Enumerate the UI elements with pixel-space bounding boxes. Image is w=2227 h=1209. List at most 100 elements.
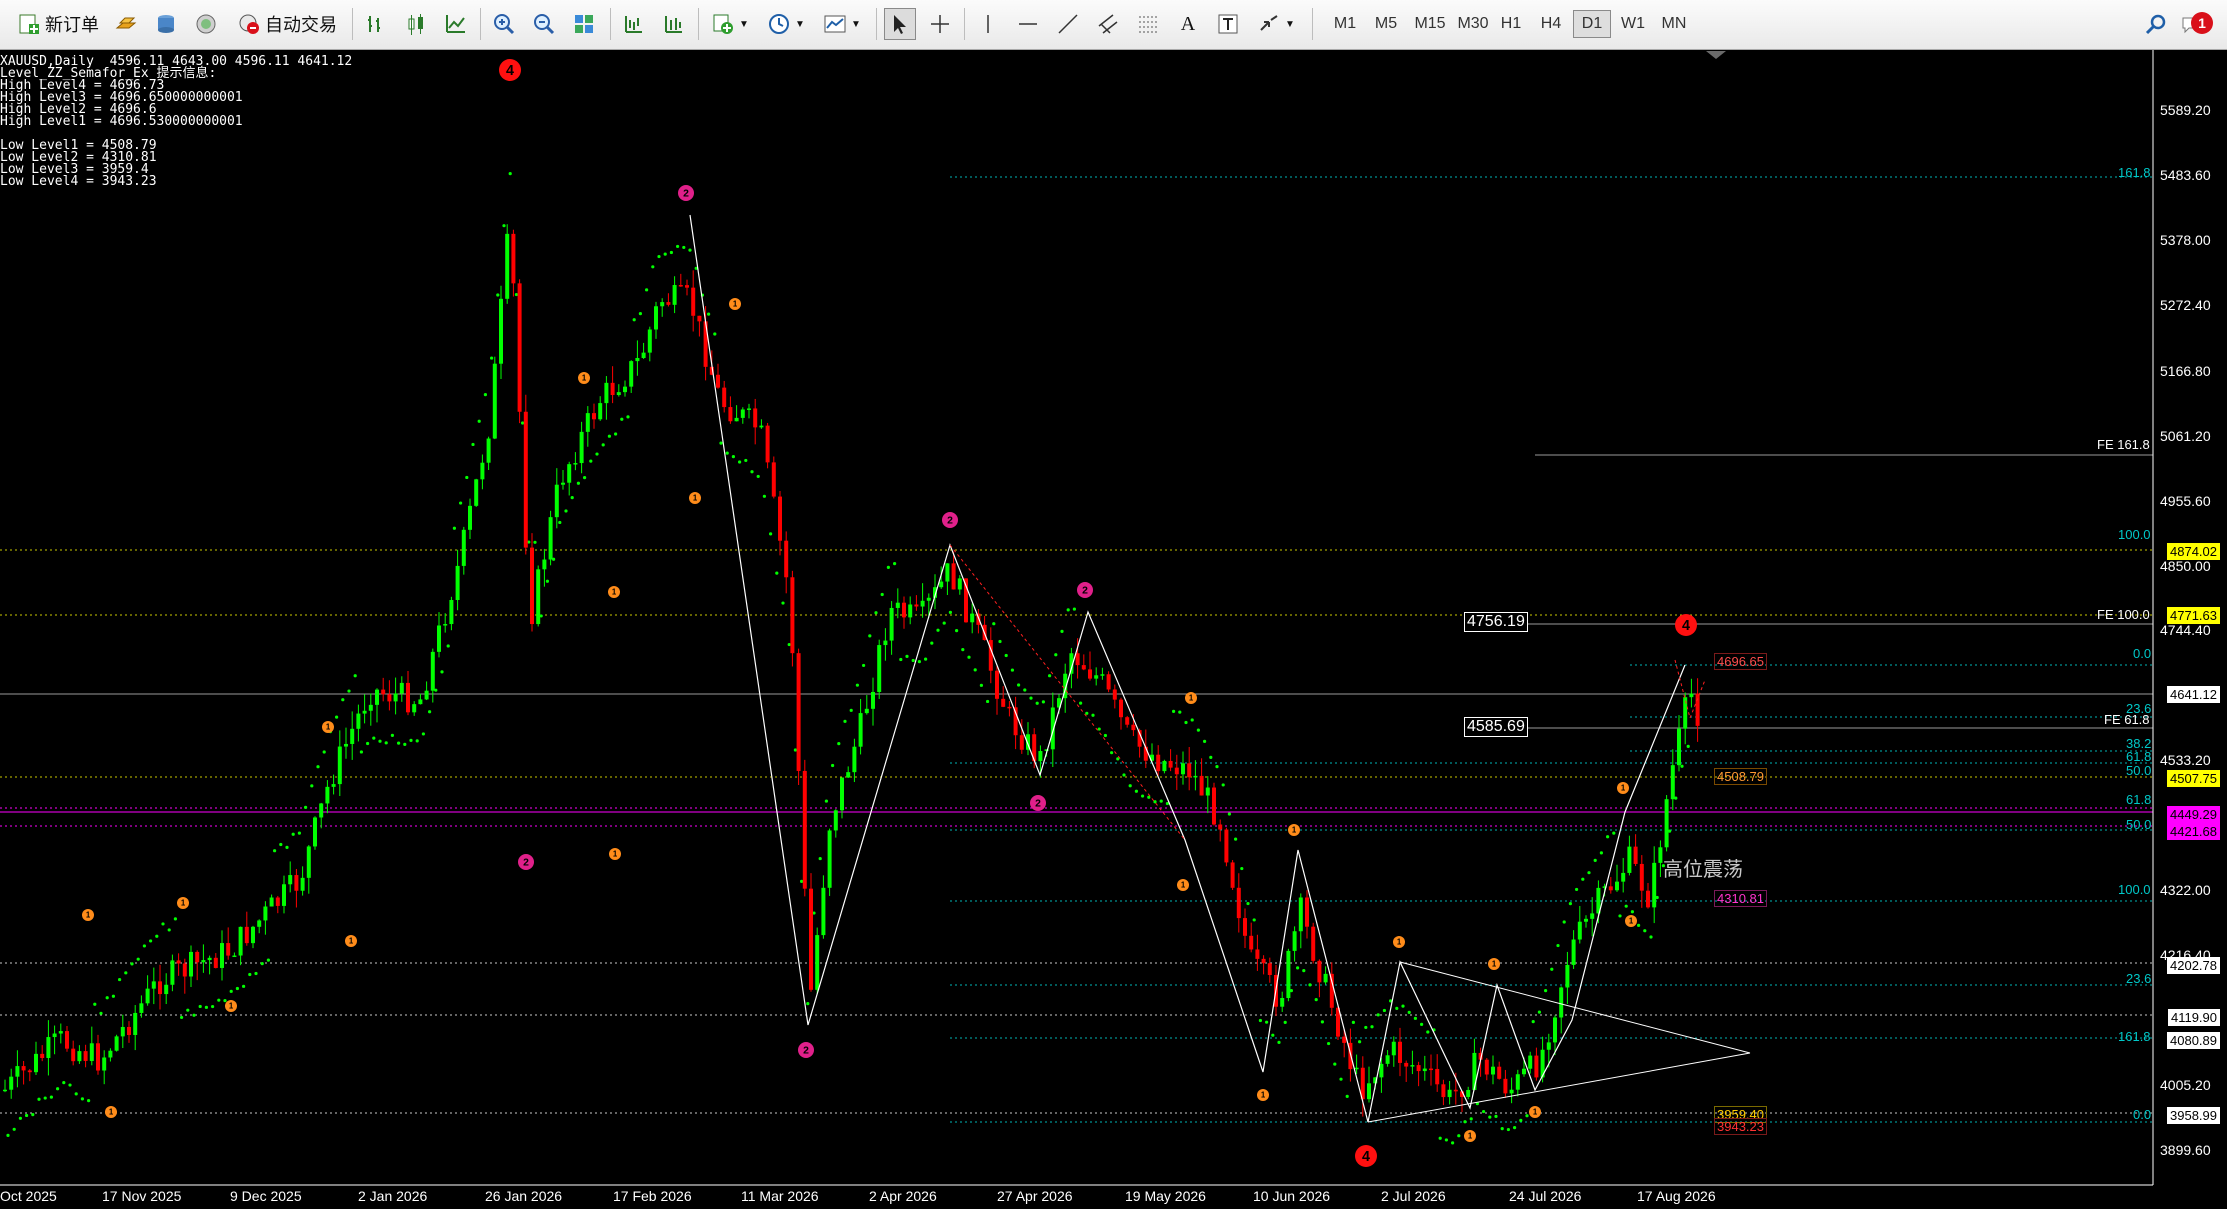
candle-body bbox=[902, 602, 906, 618]
candle-body bbox=[790, 577, 795, 654]
candle-body bbox=[728, 407, 733, 422]
fe-label: FE 161.8 bbox=[2097, 437, 2150, 452]
candle-body bbox=[871, 691, 875, 709]
timeframe-h1[interactable]: H1 bbox=[1492, 10, 1530, 38]
tile-windows-button[interactable] bbox=[568, 8, 600, 40]
psar-dot bbox=[322, 750, 326, 754]
psar-dot bbox=[1568, 901, 1572, 906]
psar-dot bbox=[657, 254, 661, 259]
arrows-dropdown[interactable]: ▼ bbox=[1252, 8, 1300, 40]
crosshair-button[interactable] bbox=[924, 8, 956, 40]
candle-body bbox=[344, 743, 348, 747]
zoom-in-button[interactable] bbox=[488, 8, 520, 40]
psar-dot bbox=[589, 459, 593, 463]
timeframe-d1[interactable]: D1 bbox=[1573, 10, 1611, 38]
vertical-line-button[interactable] bbox=[972, 8, 1004, 40]
auto-trading-button[interactable]: 自动交易 bbox=[232, 8, 342, 40]
fibonacci-button[interactable] bbox=[1132, 8, 1164, 40]
date-axis-label: 10 Jun 2026 bbox=[1253, 1188, 1331, 1204]
timeframe-w1[interactable]: W1 bbox=[1614, 10, 1652, 38]
psar-dot bbox=[378, 739, 382, 743]
candle-body bbox=[275, 897, 280, 906]
candle-body bbox=[926, 597, 931, 601]
candle-body bbox=[1503, 1078, 1508, 1094]
psar-dot bbox=[583, 475, 587, 480]
cursor-button[interactable] bbox=[884, 8, 916, 40]
candle-body bbox=[1559, 987, 1564, 1018]
psar-dot bbox=[62, 1081, 66, 1085]
indicators-dropdown[interactable]: ▼ bbox=[706, 8, 754, 40]
psar-dot bbox=[725, 451, 729, 455]
timeframe-m15[interactable]: M15 bbox=[1408, 10, 1452, 38]
price-chart[interactable]: 4 2 2 2 2 2 2 4 4 1 1 1 1 1 1 1 1 1 1 1 1 1 1 1 1 1 1 1 1 1 bbox=[0, 50, 2227, 1209]
psar-dot bbox=[1587, 871, 1591, 875]
candle-body bbox=[1627, 846, 1632, 873]
candle-body bbox=[505, 233, 510, 299]
autoscroll-icon bbox=[665, 16, 682, 33]
templates-dropdown[interactable]: ▼ bbox=[818, 8, 866, 40]
data-window-button[interactable] bbox=[150, 8, 182, 40]
timeframe-m1[interactable]: M1 bbox=[1326, 10, 1364, 38]
boxed-price-low[interactable]: 4585.69 bbox=[1464, 717, 1528, 737]
date-axis-label: 27 Apr 2026 bbox=[997, 1188, 1073, 1204]
candle-body bbox=[399, 682, 404, 694]
psar-dot bbox=[353, 674, 357, 678]
candle-body bbox=[356, 713, 361, 729]
candle-body bbox=[598, 403, 603, 420]
candle-body bbox=[1652, 862, 1657, 908]
candle-body bbox=[889, 607, 894, 641]
psar-dot bbox=[1258, 1018, 1262, 1023]
search-button[interactable] bbox=[2140, 8, 2172, 40]
boxed-price-high[interactable]: 4756.19 bbox=[1464, 612, 1528, 632]
psar-dot bbox=[1041, 700, 1045, 704]
horizontal-line-button[interactable] bbox=[1012, 8, 1044, 40]
text-label-button[interactable] bbox=[1212, 8, 1244, 40]
psar-dot bbox=[669, 250, 674, 255]
psar-dot bbox=[886, 565, 891, 569]
new-order-button[interactable]: 新订单 bbox=[10, 8, 106, 40]
autoscroll-button[interactable] bbox=[658, 8, 690, 40]
candle-body bbox=[406, 682, 410, 713]
text-button[interactable]: A bbox=[1172, 8, 1204, 40]
zoom-out-button[interactable] bbox=[528, 8, 560, 40]
timeframe-m5[interactable]: M5 bbox=[1367, 10, 1405, 38]
candle-body bbox=[1181, 763, 1185, 775]
candle-body bbox=[195, 951, 200, 963]
candle-body bbox=[1534, 1055, 1539, 1078]
line-chart-button[interactable] bbox=[440, 8, 472, 40]
timeframe-m30[interactable]: M30 bbox=[1451, 10, 1495, 38]
timeframe-h4[interactable]: H4 bbox=[1532, 10, 1570, 38]
psar-dot bbox=[1203, 739, 1207, 743]
candle-body bbox=[9, 1076, 14, 1090]
psar-dot bbox=[446, 644, 450, 648]
bar-chart-button[interactable] bbox=[360, 8, 392, 40]
fe-label: FE 100.0 bbox=[2097, 607, 2150, 622]
timeframe-mn[interactable]: MN bbox=[1655, 10, 1693, 38]
candlestick-button[interactable] bbox=[400, 8, 432, 40]
candle-body bbox=[1646, 890, 1650, 908]
psar-dot bbox=[471, 442, 475, 447]
candle-body bbox=[77, 1051, 82, 1062]
psar-dot bbox=[186, 1008, 190, 1012]
psar-dot bbox=[229, 989, 233, 993]
psar-dot bbox=[223, 998, 227, 1003]
candle-body bbox=[52, 1033, 57, 1038]
periods-dropdown[interactable]: ▼ bbox=[762, 8, 810, 40]
candle-body bbox=[660, 302, 665, 307]
psar-dot bbox=[818, 856, 822, 861]
psar-dot bbox=[1048, 674, 1052, 678]
navigator-button[interactable] bbox=[190, 8, 222, 40]
candle-body bbox=[1292, 931, 1297, 951]
psar-dot bbox=[1054, 653, 1058, 657]
market-watch-button[interactable] bbox=[110, 8, 142, 40]
psar-dot bbox=[1296, 966, 1300, 970]
new-order-icon bbox=[19, 14, 39, 34]
semafor-marker-label: 1 bbox=[693, 494, 698, 503]
equidistant-channel-button[interactable] bbox=[1092, 8, 1124, 40]
psar-dot bbox=[136, 957, 140, 961]
chart-shift-button[interactable] bbox=[618, 8, 650, 40]
zoom-out-icon bbox=[534, 14, 555, 35]
psar-dot bbox=[930, 641, 934, 645]
trendline-button[interactable] bbox=[1052, 8, 1084, 40]
candle-body bbox=[40, 1053, 45, 1058]
